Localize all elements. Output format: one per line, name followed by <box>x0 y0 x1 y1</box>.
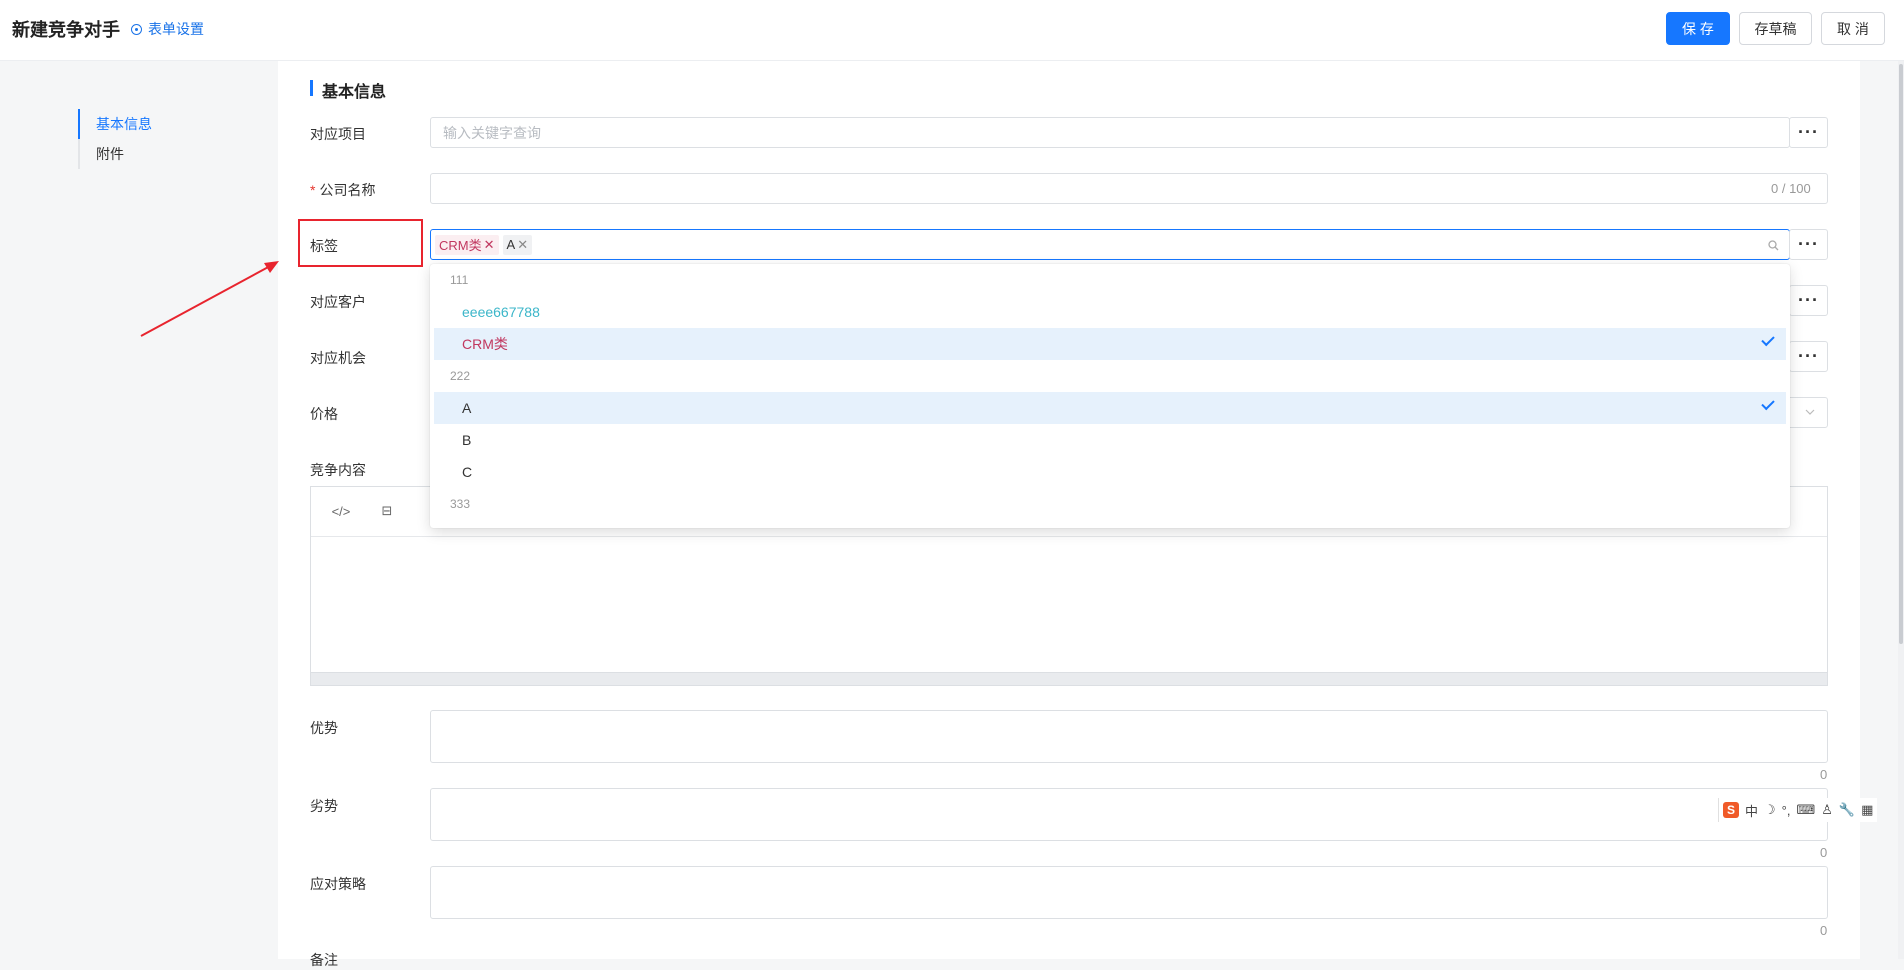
advantage-char-counter: 0 <box>1820 767 1828 782</box>
chevron-down-icon <box>1805 409 1815 415</box>
dropdown-group-header: 222 <box>450 369 471 383</box>
page-header: 新建竞争对手 表单设置 保 存 存草稿 取 消 <box>0 0 1904 61</box>
option-label: C <box>462 464 473 480</box>
user-icon[interactable]: ♙ <box>1821 802 1833 818</box>
code-view-icon[interactable]: </> <box>331 501 351 521</box>
project-more-button[interactable]: ··· <box>1789 117 1828 148</box>
tags-dropdown: 111 eeee667788 CRM类 222 A B C 333 <box>430 264 1790 528</box>
option-label: A <box>462 400 472 416</box>
dropdown-option[interactable]: eeee667788 <box>434 296 1786 328</box>
company-char-counter: 0 / 100 <box>1771 181 1811 196</box>
opportunity-more-button[interactable]: ··· <box>1789 341 1828 372</box>
punctuation-icon[interactable]: °, <box>1782 803 1791 818</box>
company-name-input[interactable] <box>430 173 1828 204</box>
option-label: B <box>462 432 472 448</box>
annotation-highlight-box <box>298 219 423 267</box>
skin-icon[interactable]: ▦ <box>1861 802 1873 818</box>
layout-icon[interactable]: ⊟ <box>377 501 397 521</box>
company-label-text: 公司名称 <box>319 182 376 198</box>
company-label: * 公司名称 <box>310 180 375 200</box>
section-title: 基本信息 <box>310 78 386 102</box>
page-title: 新建竞争对手 <box>12 20 120 40</box>
tag-chip: CRM类 ✕ <box>435 234 499 255</box>
dropdown-option[interactable]: C <box>434 456 1786 488</box>
disadvantage-label: 劣势 <box>310 798 338 814</box>
dropdown-option[interactable]: CRM类 <box>434 328 1786 360</box>
gear-icon <box>131 24 142 35</box>
advantage-label: 优势 <box>310 720 338 736</box>
strategy-char-counter: 0 <box>1820 923 1828 938</box>
project-label: 对应项目 <box>310 126 366 142</box>
dropdown-option[interactable]: A <box>434 392 1786 424</box>
save-button[interactable]: 保 存 <box>1666 12 1730 45</box>
dropdown-option[interactable]: B <box>434 424 1786 456</box>
editor-resize-bar[interactable] <box>311 672 1827 685</box>
customer-more-button[interactable]: ··· <box>1789 285 1828 316</box>
required-mark: * <box>310 182 316 198</box>
dropdown-group-header: 111 <box>450 273 469 287</box>
nav-item-basic-info[interactable]: 基本信息 <box>78 109 152 139</box>
search-icon <box>1768 240 1779 251</box>
option-label: eeee667788 <box>462 304 540 320</box>
remove-tag-icon[interactable]: ✕ <box>484 237 495 253</box>
form-settings-label: 表单设置 <box>148 21 204 37</box>
remark-label: 备注 <box>310 952 338 968</box>
advantage-textarea[interactable] <box>430 710 1828 763</box>
keyboard-icon[interactable]: ⌨ <box>1796 802 1815 818</box>
remove-tag-icon[interactable]: ✕ <box>517 237 528 253</box>
checkmark-icon <box>1761 332 1775 347</box>
opportunity-label: 对应机会 <box>310 350 366 366</box>
cancel-button[interactable]: 取 消 <box>1821 12 1885 45</box>
tag-chip: A ✕ <box>502 234 533 255</box>
nav-item-attachments[interactable]: 附件 <box>78 139 152 169</box>
form-settings-link[interactable]: 表单设置 <box>131 19 204 39</box>
strategy-label: 应对策略 <box>310 876 366 892</box>
option-label: CRM类 <box>462 336 508 352</box>
ime-mode-icon[interactable]: 中 <box>1745 801 1758 820</box>
content-label: 竞争内容 <box>310 462 366 478</box>
disadvantage-textarea[interactable] <box>430 788 1828 841</box>
price-label: 价格 <box>310 406 338 422</box>
ime-toolbar: S 中 ☽ °, ⌨ ♙ 🔧 ▦ <box>1718 798 1878 822</box>
disadvantage-char-counter: 0 <box>1820 845 1828 860</box>
checkmark-icon <box>1761 396 1775 411</box>
dropdown-group-header: 333 <box>450 497 471 511</box>
save-draft-button[interactable]: 存草稿 <box>1739 12 1812 45</box>
project-placeholder: 输入关键字查询 <box>443 124 541 141</box>
tags-select[interactable]: CRM类 ✕ A ✕ <box>430 229 1790 260</box>
project-input[interactable]: 输入关键字查询 <box>430 117 1790 148</box>
customer-label: 对应客户 <box>310 294 366 310</box>
moon-icon[interactable]: ☽ <box>1764 802 1776 818</box>
tags-more-button[interactable]: ··· <box>1789 229 1828 260</box>
ime-logo-icon[interactable]: S <box>1723 802 1739 818</box>
scrollbar-thumb[interactable] <box>1899 64 1903 644</box>
section-anchor-nav: 基本信息 附件 <box>78 109 152 169</box>
tag-chip-label: CRM类 <box>439 238 482 253</box>
wrench-icon[interactable]: 🔧 <box>1839 802 1855 818</box>
tag-chip-label: A <box>506 237 516 252</box>
strategy-textarea[interactable] <box>430 866 1828 919</box>
